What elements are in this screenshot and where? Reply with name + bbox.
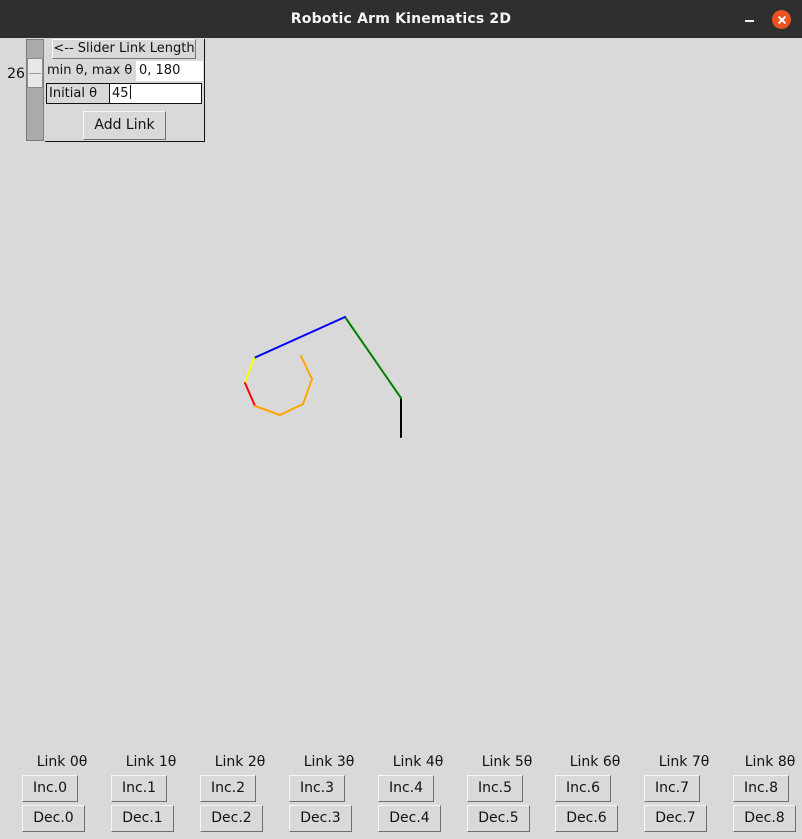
link-2-theta-label: Link 2θ <box>214 754 266 770</box>
link-7-theta-label: Link 7θ <box>658 754 710 770</box>
arm-link-4 <box>244 382 256 407</box>
link-1-theta-label: Link 1θ <box>125 754 177 770</box>
dec-link-3-button[interactable]: Dec.3 <box>289 805 352 832</box>
arm-canvas <box>244 316 402 438</box>
dec-link-1-button[interactable]: Dec.1 <box>111 805 174 832</box>
link-6-theta-label: Link 6θ <box>569 754 621 770</box>
inc-link-8-button[interactable]: Inc.8 <box>733 775 789 802</box>
dec-link-5-button[interactable]: Dec.5 <box>467 805 530 832</box>
arm-link-5 <box>254 355 313 416</box>
inc-link-1-button[interactable]: Inc.1 <box>111 775 167 802</box>
inc-link-3-button[interactable]: Inc.3 <box>289 775 345 802</box>
dec-link-7-button[interactable]: Dec.7 <box>644 805 707 832</box>
arm-link-3 <box>244 357 255 384</box>
link-6-controls: Link 6θ Inc.6 Dec.6 <box>555 752 635 839</box>
link-5-controls: Link 5θ Inc.5 Dec.5 <box>467 752 547 839</box>
inc-link-7-button[interactable]: Inc.7 <box>644 775 700 802</box>
link-2-controls: Link 2θ Inc.2 Dec.2 <box>200 752 280 839</box>
dec-link-6-button[interactable]: Dec.6 <box>555 805 618 832</box>
link-7-controls: Link 7θ Inc.7 Dec.7 <box>644 752 724 839</box>
link-0-theta-label: Link 0θ <box>36 754 88 770</box>
inc-link-5-button[interactable]: Inc.5 <box>467 775 523 802</box>
link-8-controls: Link 8θ Inc.8 Dec.8 <box>733 752 802 839</box>
dec-link-0-button[interactable]: Dec.0 <box>22 805 85 832</box>
link-0-controls: Link 0θ Inc.0 Dec.0 <box>22 752 102 839</box>
link-3-controls: Link 3θ Inc.3 Dec.3 <box>289 752 369 839</box>
close-button[interactable] <box>772 10 791 29</box>
link-1-controls: Link 1θ Inc.1 Dec.1 <box>111 752 191 839</box>
inc-link-0-button[interactable]: Inc.0 <box>22 775 78 802</box>
link-8-theta-label: Link 8θ <box>744 754 796 770</box>
joint-controls: Link 0θ Inc.0 Dec.0 Link 1θ Inc.1 Dec.1 Link 2… <box>0 752 802 839</box>
close-icon <box>777 15 787 25</box>
link-5-theta-label: Link 5θ <box>481 754 533 770</box>
link-4-controls: Link 4θ Inc.4 Dec.4 <box>378 752 458 839</box>
link-3-theta-label: Link 3θ <box>303 754 355 770</box>
dec-link-2-button[interactable]: Dec.2 <box>200 805 263 832</box>
inc-link-6-button[interactable]: Inc.6 <box>555 775 611 802</box>
dec-link-8-button[interactable]: Dec.8 <box>733 805 796 832</box>
inc-link-2-button[interactable]: Inc.2 <box>200 775 256 802</box>
dec-link-4-button[interactable]: Dec.4 <box>378 805 441 832</box>
inc-link-4-button[interactable]: Inc.4 <box>378 775 434 802</box>
window-titlebar[interactable]: Robotic Arm Kinematics 2D <box>0 0 802 38</box>
minimize-icon <box>744 20 754 22</box>
window-title: Robotic Arm Kinematics 2D <box>290 11 512 27</box>
minimize-button[interactable] <box>739 9 759 29</box>
arm-link-1 <box>344 316 402 399</box>
link-4-theta-label: Link 4θ <box>392 754 444 770</box>
app-window: Robotic Arm Kinematics 2D 26 <-- Slider … <box>0 0 802 839</box>
arm-link-2 <box>253 316 346 359</box>
